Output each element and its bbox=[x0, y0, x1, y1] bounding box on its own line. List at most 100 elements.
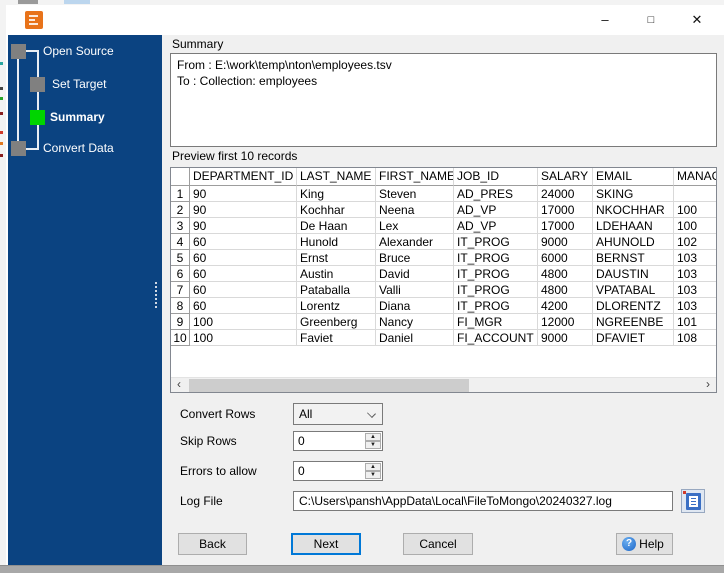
row-number-cell: 2 bbox=[171, 202, 190, 218]
table-row[interactable]: 6 60 Austin David IT_PROG 4800 DAUSTIN 103 bbox=[171, 266, 716, 282]
column-header-DEPARTMENT_ID[interactable]: DEPARTMENT_ID bbox=[190, 168, 297, 186]
table-row[interactable]: 8 60 Lorentz Diana IT_PROG 4200 DLORENTZ 103 bbox=[171, 298, 716, 314]
column-header-LAST_NAME[interactable]: LAST_NAME bbox=[297, 168, 376, 186]
corner-header-cell[interactable] bbox=[171, 168, 190, 186]
close-button[interactable]: ✕ bbox=[674, 5, 720, 35]
table-cell: 60 bbox=[190, 266, 297, 282]
log-document-icon bbox=[686, 493, 701, 510]
errors-to-allow-label: Errors to allow bbox=[180, 464, 257, 478]
table-cell: NKOCHHAR bbox=[593, 202, 674, 218]
horizontal-scrollbar-thumb[interactable] bbox=[189, 379, 469, 392]
minimize-button[interactable]: – bbox=[582, 5, 628, 35]
table-cell: Greenberg bbox=[297, 314, 376, 330]
horizontal-scrollbar[interactable]: ‹ › bbox=[171, 377, 716, 392]
background-artifact bbox=[0, 112, 3, 115]
table-cell: BERNST bbox=[593, 250, 674, 266]
maximize-button[interactable]: □ bbox=[628, 5, 674, 35]
step-marker-open-source bbox=[11, 44, 26, 59]
table-row[interactable]: 2 90 Kochhar Neena AD_VP 17000 NKOCHHAR 100 bbox=[171, 202, 716, 218]
table-cell: Valli bbox=[376, 282, 454, 298]
skip-rows-stepper: ▲ ▼ bbox=[293, 431, 383, 451]
scroll-left-arrow-icon[interactable]: ‹ bbox=[171, 378, 187, 392]
step-marker-set-target bbox=[30, 77, 45, 92]
table-row[interactable]: 7 60 Pataballa Valli IT_PROG 4800 VPATABAL 103 bbox=[171, 282, 716, 298]
table-cell: 6000 bbox=[538, 250, 593, 266]
column-header-JOB_ID[interactable]: JOB_ID bbox=[454, 168, 538, 186]
column-header-MANAG[interactable]: MANAG bbox=[674, 168, 716, 186]
row-number-cell: 1 bbox=[171, 186, 190, 202]
table-cell: Lorentz bbox=[297, 298, 376, 314]
spin-up-icon[interactable]: ▲ bbox=[365, 433, 381, 441]
table-row[interactable]: 3 90 De Haan Lex AD_VP 17000 LDEHAAN 100 bbox=[171, 218, 716, 234]
sidebar-step-summary: Summary bbox=[50, 110, 105, 124]
sidebar-step-open-source: Open Source bbox=[43, 44, 114, 58]
table-cell: 60 bbox=[190, 250, 297, 266]
table-cell: Alexander bbox=[376, 234, 454, 250]
app-logo-icon bbox=[25, 11, 43, 29]
next-button[interactable]: Next bbox=[291, 533, 361, 555]
table-cell: 60 bbox=[190, 298, 297, 314]
table-cell: IT_PROG bbox=[454, 250, 538, 266]
column-header-FIRST_NAME[interactable]: FIRST_NAME bbox=[376, 168, 454, 186]
row-number-cell: 3 bbox=[171, 218, 190, 234]
table-cell: 103 bbox=[674, 298, 716, 314]
table-cell: 100 bbox=[190, 330, 297, 346]
table-cell: 100 bbox=[190, 314, 297, 330]
row-number-cell: 4 bbox=[171, 234, 190, 250]
summary-to-line: To : Collection: employees bbox=[177, 74, 318, 88]
skip-rows-label: Skip Rows bbox=[180, 434, 237, 448]
open-log-file-button[interactable] bbox=[681, 489, 705, 513]
table-row[interactable]: 5 60 Ernst Bruce IT_PROG 6000 BERNST 103 bbox=[171, 250, 716, 266]
background-artifact bbox=[18, 0, 38, 4]
table-cell: NGREENBE bbox=[593, 314, 674, 330]
main-panel: Summary From : E:\work\temp\nton\employe… bbox=[162, 35, 724, 565]
errors-to-allow-input[interactable] bbox=[294, 462, 362, 480]
table-cell: 17000 bbox=[538, 202, 593, 218]
row-number-cell: 7 bbox=[171, 282, 190, 298]
background-artifact bbox=[0, 131, 3, 134]
table-row[interactable]: 4 60 Hunold Alexander IT_PROG 9000 AHUNOLD 102 bbox=[171, 234, 716, 250]
step-marker-summary-active bbox=[30, 110, 45, 125]
table-row[interactable]: 9 100 Greenberg Nancy FI_MGR 12000 NGREENBE 101 bbox=[171, 314, 716, 330]
splitter-grip[interactable] bbox=[155, 282, 157, 308]
cancel-button[interactable]: Cancel bbox=[403, 533, 473, 555]
table-cell: 12000 bbox=[538, 314, 593, 330]
column-header-SALARY[interactable]: SALARY bbox=[538, 168, 593, 186]
table-cell: 9000 bbox=[538, 330, 593, 346]
background-artifact bbox=[0, 154, 3, 157]
table-cell: 4800 bbox=[538, 282, 593, 298]
skip-rows-input[interactable] bbox=[294, 432, 362, 450]
table-cell: IT_PROG bbox=[454, 298, 538, 314]
table-cell: FI_MGR bbox=[454, 314, 538, 330]
row-number-cell: 5 bbox=[171, 250, 190, 266]
help-button-label: Help bbox=[639, 537, 664, 551]
table-row[interactable]: 10 100 Faviet Daniel FI_ACCOUNT 9000 DFAVIET 10… bbox=[171, 330, 716, 346]
table-header-row: DEPARTMENT_ID LAST_NAME FIRST_NAME JOB_ID SA… bbox=[171, 168, 716, 186]
background-artifact bbox=[0, 62, 3, 65]
table-cell: DFAVIET bbox=[593, 330, 674, 346]
table-cell: 90 bbox=[190, 186, 297, 202]
spin-down-icon[interactable]: ▼ bbox=[365, 471, 381, 479]
summary-textbox[interactable]: From : E:\work\temp\nton\employees.tsv T… bbox=[170, 53, 717, 147]
table-cell: Nancy bbox=[376, 314, 454, 330]
column-header-EMAIL[interactable]: EMAIL bbox=[593, 168, 674, 186]
help-button[interactable]: ? Help bbox=[616, 533, 673, 555]
table-cell: Bruce bbox=[376, 250, 454, 266]
background-artifact bbox=[0, 87, 3, 90]
table-cell: LDEHAAN bbox=[593, 218, 674, 234]
back-button[interactable]: Back bbox=[178, 533, 247, 555]
table-row[interactable]: 1 90 King Steven AD_PRES 24000 SKING bbox=[171, 186, 716, 202]
spin-up-icon[interactable]: ▲ bbox=[365, 463, 381, 471]
spin-down-icon[interactable]: ▼ bbox=[365, 441, 381, 449]
table-cell: Ernst bbox=[297, 250, 376, 266]
titlebar: – □ ✕ bbox=[6, 5, 724, 35]
convert-rows-select[interactable]: All bbox=[293, 403, 383, 425]
table-cell: DAUSTIN bbox=[593, 266, 674, 282]
table-cell: Diana bbox=[376, 298, 454, 314]
table-cell: 4200 bbox=[538, 298, 593, 314]
scroll-right-arrow-icon[interactable]: › bbox=[700, 378, 716, 392]
log-file-input[interactable] bbox=[293, 491, 673, 511]
table-cell: 102 bbox=[674, 234, 716, 250]
table-cell: 90 bbox=[190, 218, 297, 234]
table-cell: 103 bbox=[674, 266, 716, 282]
